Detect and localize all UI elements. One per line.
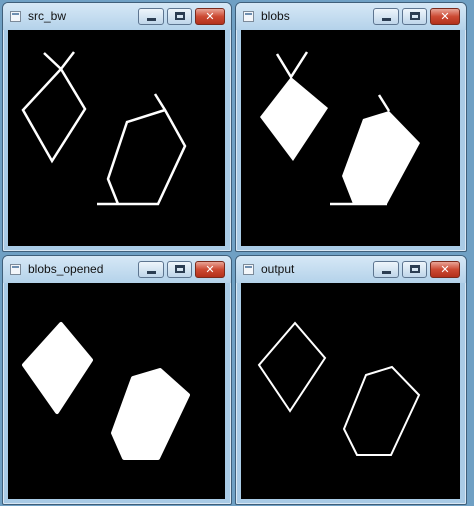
minimize-button[interactable] — [138, 8, 164, 25]
minimize-icon — [382, 271, 391, 274]
maximize-icon — [175, 12, 185, 20]
window-blobs[interactable]: blobs ✕ — [235, 2, 467, 252]
title-bar[interactable]: blobs ✕ — [236, 3, 466, 30]
hexagon-blob-opened — [111, 368, 190, 460]
image-canvas — [241, 30, 460, 246]
minimize-icon — [382, 18, 391, 21]
rhombus-contour — [257, 321, 327, 413]
app-icon — [10, 264, 21, 275]
title-bar[interactable]: output ✕ — [236, 256, 466, 283]
maximize-button[interactable] — [402, 261, 427, 278]
app-icon — [243, 264, 254, 275]
maximize-icon — [410, 12, 420, 20]
maximize-icon — [410, 265, 420, 273]
window-title: src_bw — [28, 9, 67, 23]
minimize-button[interactable] — [138, 261, 164, 278]
title-bar[interactable]: src_bw ✕ — [3, 3, 231, 30]
image-canvas — [8, 283, 225, 499]
minimize-icon — [147, 271, 156, 274]
maximize-icon — [175, 265, 185, 273]
close-button[interactable]: ✕ — [195, 261, 225, 278]
close-button[interactable]: ✕ — [430, 261, 460, 278]
maximize-button[interactable] — [167, 8, 192, 25]
close-icon: ✕ — [205, 10, 215, 23]
spur-line — [377, 94, 391, 112]
window-title: blobs — [261, 9, 290, 23]
window-title: output — [261, 262, 295, 276]
rhombus-outline — [21, 51, 87, 164]
window-title: blobs_opened — [28, 262, 104, 276]
close-icon: ✕ — [440, 263, 450, 276]
hexagon-blob — [342, 111, 420, 204]
hexagon-outline-left — [106, 108, 166, 205]
title-bar[interactable]: blobs_opened ✕ — [3, 256, 231, 283]
window-src-bw[interactable]: src_bw ✕ — [2, 2, 232, 252]
app-icon — [10, 11, 21, 22]
minimize-icon — [147, 18, 156, 21]
app-icon — [243, 11, 254, 22]
minimize-button[interactable] — [373, 8, 399, 25]
window-output[interactable]: output ✕ — [235, 255, 467, 505]
close-button[interactable]: ✕ — [430, 8, 460, 25]
maximize-button[interactable] — [167, 261, 192, 278]
rhombus-blob — [260, 77, 328, 161]
maximize-button[interactable] — [402, 8, 427, 25]
rhombus-blob-opened — [22, 322, 93, 414]
close-button[interactable]: ✕ — [195, 8, 225, 25]
rhombus-lines — [275, 51, 309, 80]
window-blobs-opened[interactable]: blobs_opened ✕ — [2, 255, 232, 505]
minimize-button[interactable] — [373, 261, 399, 278]
close-icon: ✕ — [205, 263, 215, 276]
close-icon: ✕ — [440, 10, 450, 23]
hexagon-contour — [342, 365, 421, 456]
image-canvas — [241, 283, 460, 499]
image-canvas — [8, 30, 225, 246]
